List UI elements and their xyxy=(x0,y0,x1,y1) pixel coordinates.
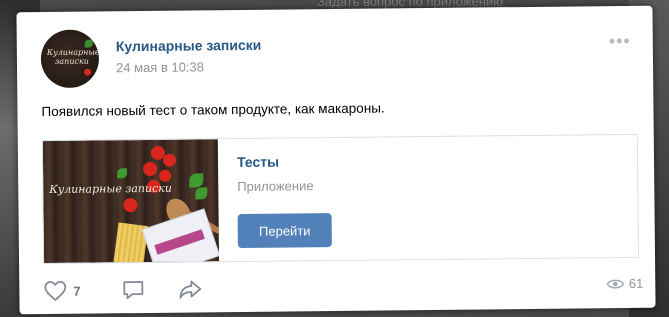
herb-decoration xyxy=(84,39,93,48)
post-actions: 7 61 xyxy=(43,274,643,304)
comment-button[interactable] xyxy=(121,279,145,301)
post-card: Кулинарные записки Кулинарные записки 24… xyxy=(16,5,656,315)
basil-leaf xyxy=(117,168,128,179)
heart-icon xyxy=(44,280,67,301)
group-name-link[interactable]: Кулинарные записки xyxy=(116,37,262,55)
attachment-image[interactable]: Кулинарные записки xyxy=(42,139,220,264)
share-button[interactable] xyxy=(177,278,203,300)
like-button[interactable]: 7 xyxy=(43,280,81,302)
tomato-decoration xyxy=(159,169,172,182)
attachment-subtitle: Приложение xyxy=(237,178,314,195)
more-icon[interactable]: ••• xyxy=(609,31,631,51)
post-text: Появился новый тест о таком продукте, ка… xyxy=(41,100,385,120)
tomato-decoration xyxy=(123,198,138,213)
comment-icon xyxy=(123,281,144,300)
views-count: 61 xyxy=(628,275,644,291)
likes-count: 7 xyxy=(73,283,81,299)
app-attachment[interactable]: Кулинарные записки Тесты Приложение Пере… xyxy=(41,133,640,265)
views-counter: 61 xyxy=(605,275,644,291)
post-date[interactable]: 24 мая в 10:38 xyxy=(116,59,204,75)
basil-leaf xyxy=(189,173,204,188)
avatar-logo: Кулинарные записки xyxy=(46,47,100,66)
group-avatar[interactable]: Кулинарные записки xyxy=(40,29,100,89)
open-app-button[interactable]: Перейти xyxy=(237,213,332,249)
tomato-decoration xyxy=(143,161,158,177)
basil-leaf xyxy=(195,187,208,200)
attachment-title[interactable]: Тесты xyxy=(237,154,279,170)
eye-icon xyxy=(605,279,624,289)
tomato-decoration xyxy=(84,68,92,76)
share-icon xyxy=(179,280,202,299)
tomato-decoration xyxy=(162,153,177,167)
attachment-logo: Кулинарные записки xyxy=(49,181,172,197)
pasta-packet xyxy=(141,208,220,264)
